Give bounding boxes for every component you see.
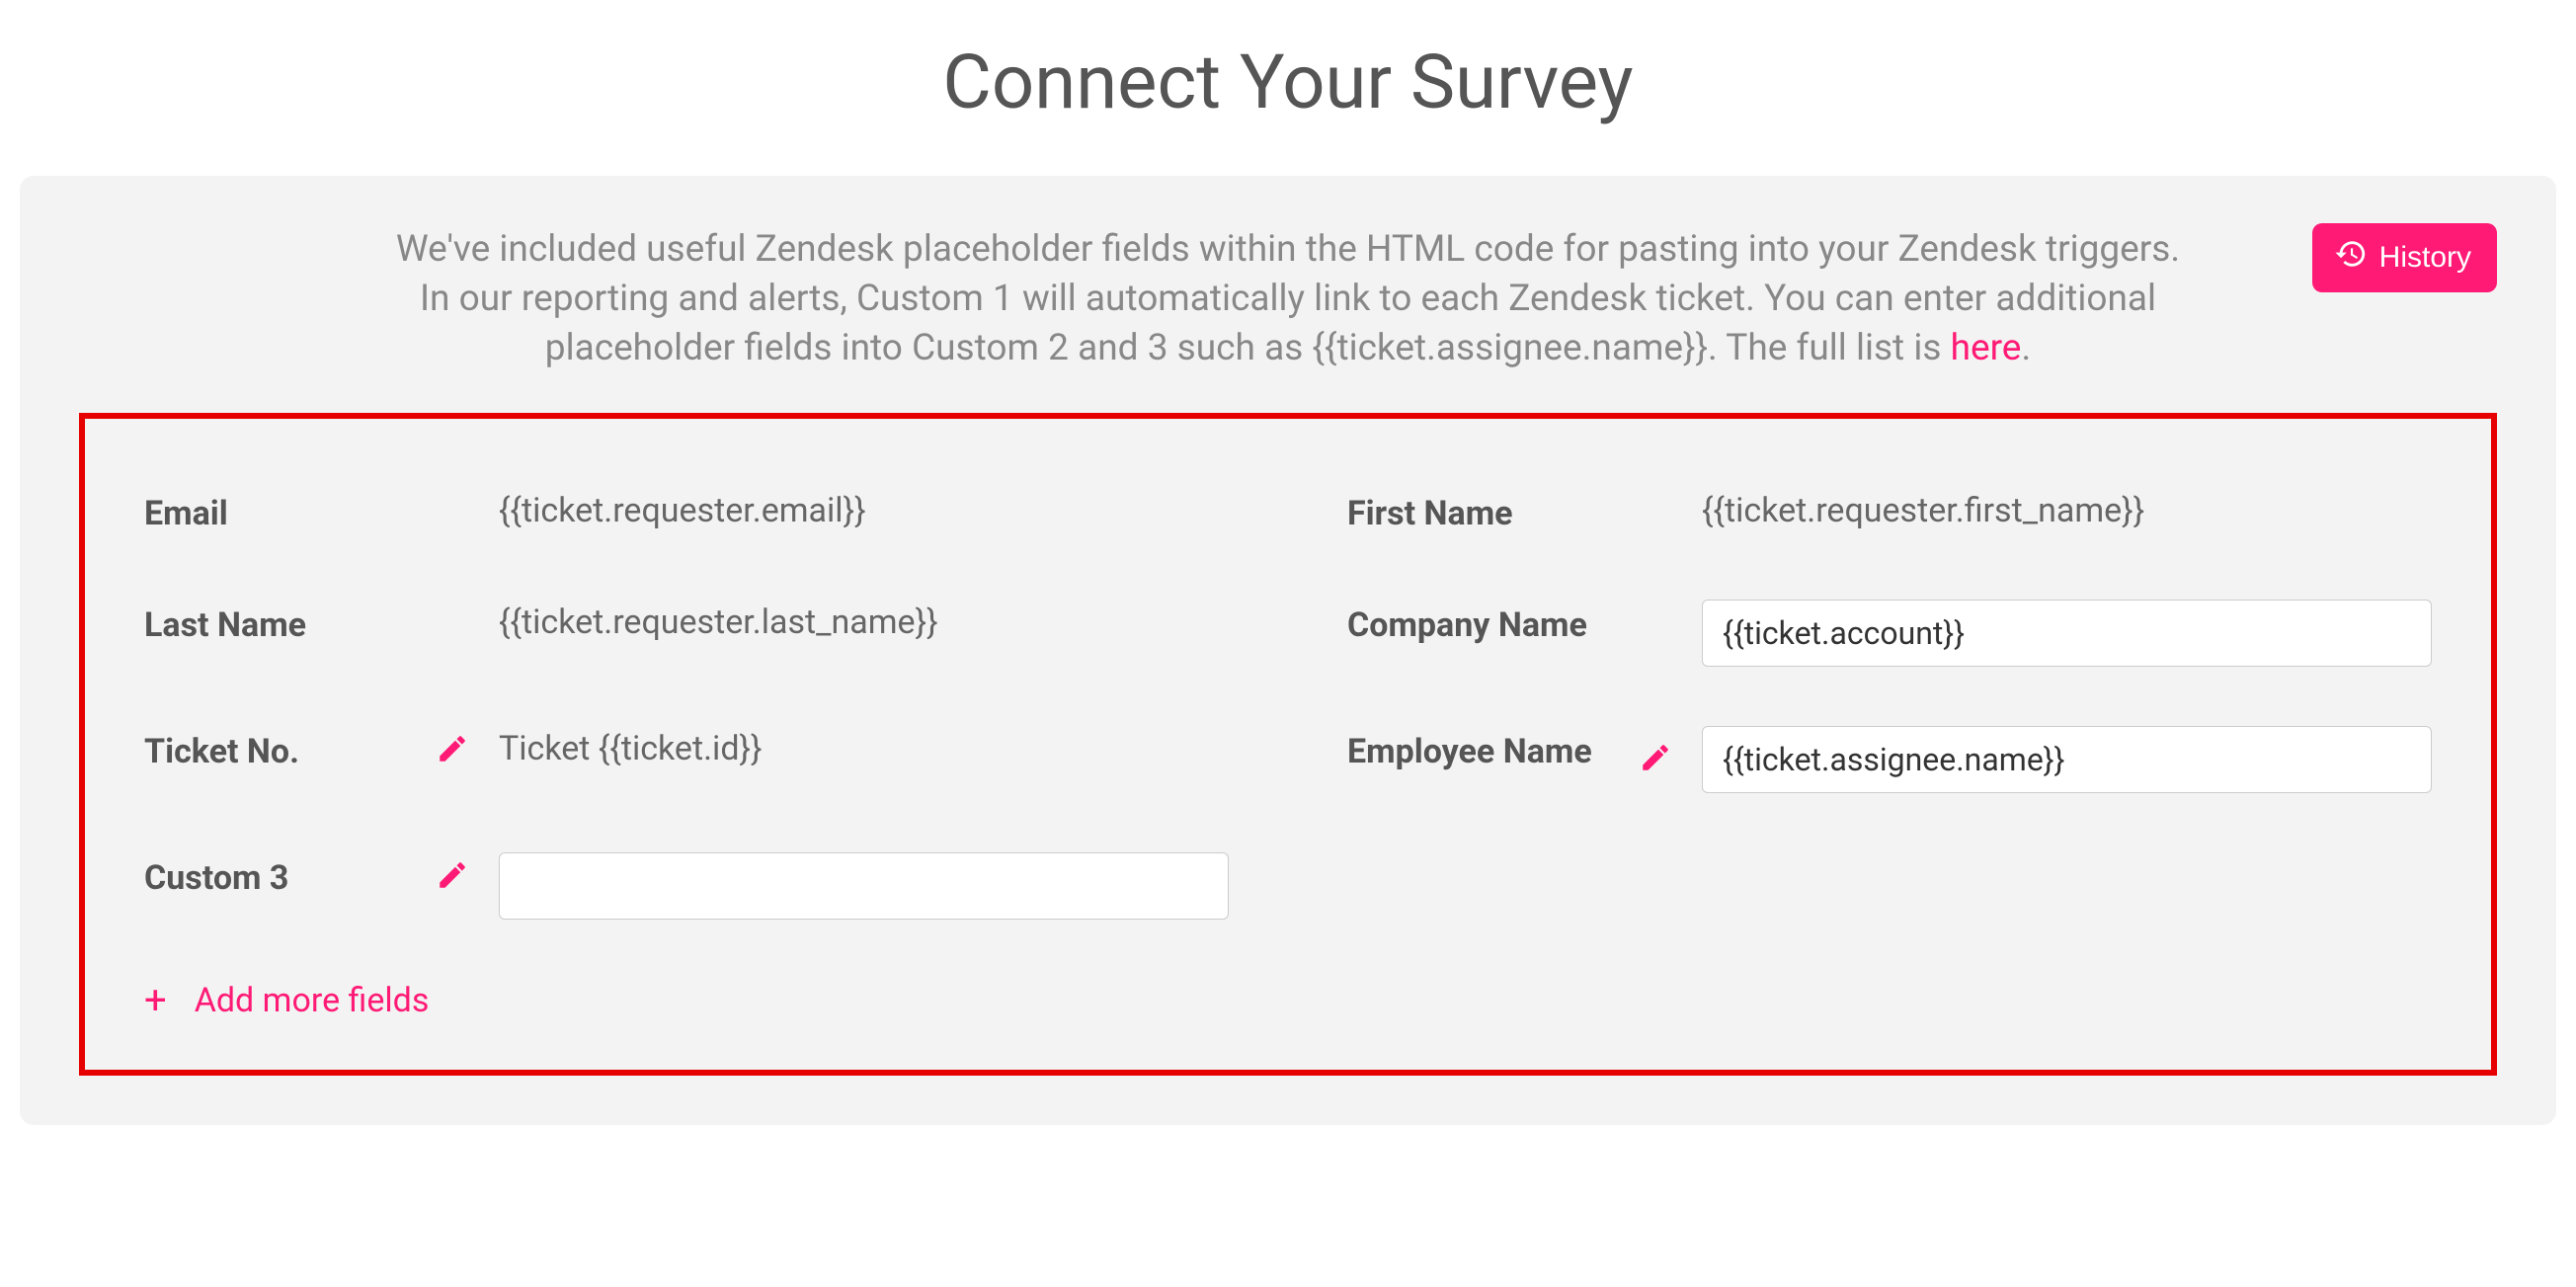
- field-first-name-label: First Name: [1347, 488, 1619, 540]
- intro-text: We've included useful Zendesk placeholde…: [389, 225, 2187, 373]
- panel: History We've included useful Zendesk pl…: [20, 176, 2556, 1125]
- field-last-name-label: Last Name: [144, 600, 416, 652]
- field-email: Email {{ticket.requester.email}}: [144, 488, 1229, 540]
- employee-name-input[interactable]: [1702, 726, 2432, 793]
- plus-icon: +: [144, 981, 167, 1020]
- custom-3-input[interactable]: [499, 852, 1229, 920]
- field-email-label: Email: [144, 488, 416, 540]
- field-email-value: {{ticket.requester.email}}: [499, 488, 1229, 535]
- company-name-input[interactable]: [1702, 600, 2432, 667]
- pencil-icon[interactable]: [436, 732, 469, 769]
- field-ticket-no-label: Ticket No.: [144, 726, 416, 778]
- field-custom-3-label: Custom 3: [144, 852, 416, 905]
- field-company-name-label: Company Name: [1347, 600, 1619, 652]
- history-icon: [2334, 237, 2368, 279]
- history-button[interactable]: History: [2312, 223, 2497, 292]
- field-first-name: First Name {{ticket.requester.first_name…: [1347, 488, 2432, 540]
- field-last-name-value: {{ticket.requester.last_name}}: [499, 600, 1229, 647]
- pencil-icon[interactable]: [1639, 741, 1672, 778]
- field-custom-3: Custom 3: [144, 852, 1229, 920]
- field-last-name: Last Name {{ticket.requester.last_name}}: [144, 600, 1229, 667]
- fields-highlight-box: Email {{ticket.requester.email}} First N…: [79, 413, 2497, 1076]
- field-employee-name: Employee Name: [1347, 726, 2432, 793]
- field-ticket-no: Ticket No. Ticket {{ticket.id}}: [144, 726, 1229, 793]
- pencil-icon[interactable]: [436, 858, 469, 896]
- field-employee-name-label: Employee Name: [1347, 726, 1619, 778]
- field-company-name: Company Name: [1347, 600, 2432, 667]
- intro-link[interactable]: here: [1951, 327, 2022, 369]
- page-title: Connect Your Survey: [20, 0, 2556, 176]
- add-more-fields-button[interactable]: + Add more fields: [144, 981, 429, 1020]
- field-first-name-value: {{ticket.requester.first_name}}: [1702, 488, 2432, 535]
- field-ticket-no-value: Ticket {{ticket.id}}: [499, 726, 1229, 773]
- add-more-fields-label: Add more fields: [195, 981, 430, 1020]
- history-button-label: History: [2379, 241, 2471, 275]
